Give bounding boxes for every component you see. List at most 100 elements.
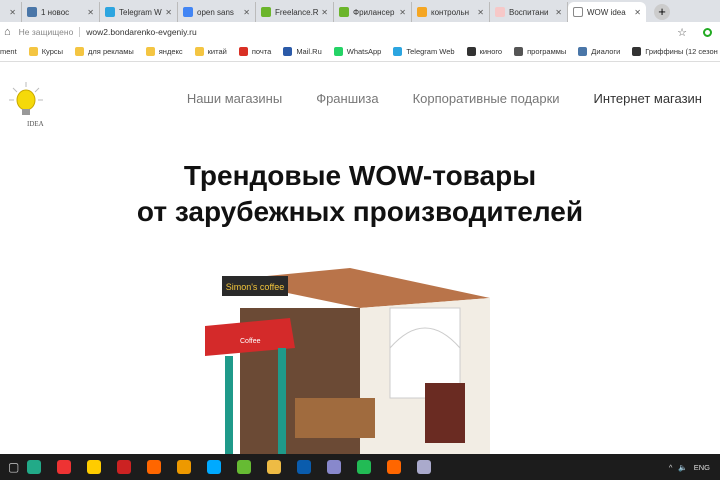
bookmark-item[interactable]: китай [194,47,227,56]
bookmarks-bar: ment Курсы для рекламы яндекс китай почта Mail… [0,42,720,62]
taskbar-app-icon[interactable] [267,460,282,474]
taskbar-app-icon[interactable] [297,460,312,474]
taskbar-app-icon[interactable] [207,460,222,474]
taskbar-app-icon[interactable] [327,460,342,474]
nav-franchise[interactable]: Франшиза [316,91,378,106]
tab-favicon-icon [339,7,349,17]
taskbar: ▢ ^ 🔈 ENG [0,454,720,480]
tab-label: Telegram W [119,7,162,17]
browser-tab[interactable]: контрольн ✕ [412,2,490,22]
tab-favicon-icon [105,7,115,17]
browser-tab[interactable]: open sans ✕ [178,2,256,22]
bookmark-label: китай [207,47,227,56]
bookmark-item[interactable]: Telegram Web [393,47,455,56]
bookmark-item[interactable]: Курсы [28,47,63,56]
taskbar-app-icon[interactable] [147,460,162,474]
security-indicator[interactable]: Не защищено [19,27,74,37]
bookmark-label: почта [251,47,272,56]
tab-label: Freelance.R [275,7,319,17]
bookmark-label: киного [479,47,503,56]
bookmark-label: для рекламы [88,47,134,56]
taskbar-app-icon[interactable] [417,460,432,474]
nav-online-store[interactable]: Интернет магазин [594,91,702,106]
bookmark-item[interactable]: киного [466,47,503,56]
taskbar-app-icon[interactable] [357,460,372,474]
bookmark-item[interactable]: Гриффины (12 сезон [632,47,718,56]
hero-title: Трендовые WOW-товары от зарубежных произ… [0,158,720,230]
logo-text: IDEA [27,120,44,128]
tab-favicon-icon [183,7,193,17]
close-tab-icon[interactable]: ✕ [165,8,172,17]
browser-tab[interactable]: Freelance.R ✕ [256,2,334,22]
browser-tab[interactable]: Воспитани ✕ [490,2,568,22]
bookmark-label: Telegram Web [406,47,455,56]
browser-tab[interactable]: Фрилансер ✕ [334,2,412,22]
close-tab-icon[interactable]: ✕ [243,8,250,17]
bookmark-item[interactable]: WhatsApp [333,47,381,56]
bookmark-icon [333,47,343,56]
awning-text: Coffee [240,338,261,345]
taskbar-app-icon[interactable] [57,460,72,474]
bookmark-icon [75,47,85,56]
tab-label: Фрилансер [353,7,395,17]
taskbar-app-icon[interactable] [27,460,42,474]
tab-favicon-icon [261,7,271,17]
logo[interactable]: IDEA [8,80,44,130]
bookmark-icon [238,47,248,56]
browser-tab[interactable]: 1 новос ✕ [22,2,100,22]
bookmark-label: Mail.Ru [296,47,322,56]
close-tab-icon[interactable]: ✕ [555,8,562,17]
taskbar-app-icon[interactable] [387,460,402,474]
taskbar-app-icon[interactable] [87,460,102,474]
tray-chevron-icon[interactable]: ^ [669,463,673,472]
taskbar-app-icon[interactable] [177,460,192,474]
bookmark-label: Гриффины (12 сезон [645,47,718,56]
browser-tab[interactable]: Telegram W ✕ [100,2,178,22]
bookmark-icon [145,47,155,56]
bookmark-icon [393,47,403,56]
close-tab-icon[interactable]: ✕ [634,8,641,17]
bookmark-icon [514,47,524,56]
bookmark-item[interactable]: программы [514,47,566,56]
bookmark-icon [283,47,293,56]
close-tab-icon[interactable]: ✕ [399,8,406,17]
url-input[interactable]: wow2.bondarenko-evgeniy.ru [79,27,197,37]
volume-icon[interactable]: 🔈 [678,463,687,472]
tab-label: WOW idea [587,7,626,17]
bookmark-label: Диалоги [591,47,621,56]
new-tab-button[interactable]: + [654,4,670,20]
close-tab-icon[interactable]: ✕ [87,8,94,17]
bookmark-item[interactable]: яндекс [145,47,183,56]
bookmark-icon [466,47,476,56]
close-tab-icon[interactable]: ✕ [9,8,16,17]
bookmark-icon [28,47,38,56]
taskbar-app-icon[interactable] [237,460,252,474]
home-icon[interactable]: ⌂ [4,26,11,38]
bookmark-item[interactable]: почта [238,47,272,56]
language-indicator[interactable]: ENG [694,463,710,472]
bookmark-icon [578,47,588,56]
tab-label: open sans [197,7,234,17]
bookmark-item[interactable]: Mail.Ru [283,47,322,56]
bookmark-item[interactable]: для рекламы [75,47,134,56]
close-tab-icon[interactable]: ✕ [321,8,328,17]
tab-label: контрольн [431,7,470,17]
address-bar: ⌂ Не защищено wow2.bondarenko-evgeniy.ru… [0,22,720,42]
bookmark-label: ment [0,47,17,56]
tab-label: Воспитани [509,7,549,17]
taskbar-app-icon[interactable] [117,460,132,474]
tab-favicon-icon [417,7,427,17]
close-tab-icon[interactable]: ✕ [477,8,484,17]
bookmark-item[interactable]: Диалоги [578,47,620,56]
bookmark-item[interactable]: ment [0,47,17,56]
browser-tab[interactable]: WOW idea ✕ [568,2,646,22]
task-view-icon[interactable]: ▢ [8,460,19,474]
hero-line-2: от зарубежных производителей [136,196,584,227]
nav-corporate-gifts[interactable]: Корпоративные подарки [413,91,560,106]
extension-icon[interactable] [703,27,712,37]
main-nav: Наши магазины Франшиза Корпоративные под… [187,91,702,106]
tab-favicon-icon [27,7,37,17]
bookmark-star-icon[interactable]: ☆ [677,26,687,39]
nav-our-stores[interactable]: Наши магазины [187,91,282,106]
browser-tab[interactable]: ✕ [0,2,22,22]
